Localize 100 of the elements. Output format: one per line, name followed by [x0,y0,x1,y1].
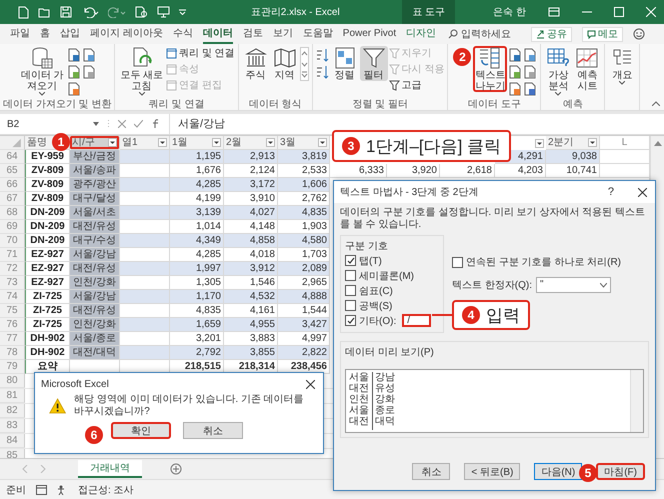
table-cell: 2,913 [224,150,278,164]
row-number: 68 [0,206,25,220]
row-number: 66 [0,178,25,192]
ribbon-group-label: 정렬 및 필터 [351,98,409,110]
field-label: 텍스트 한정자(Q): [452,279,532,292]
table-cell: 4,858 [224,234,278,248]
ribbon-group-label: 예측 [562,98,584,110]
row-number: 76 [0,318,25,332]
table-cell: DH-902 [25,346,70,360]
column-letter: L [600,136,650,150]
table-cell: 서울/강남 [70,248,120,262]
table-cell: 1,195 [170,150,224,164]
table-cell: 대전/유성 [70,304,120,318]
row-number: 73 [0,276,25,290]
preview-text: 서울 [349,372,369,383]
table-cell: DN-209 [25,234,70,248]
group-label: 구분 기호 [345,240,389,253]
status-text: 준비 [6,484,26,496]
table-cell: 2,089 [278,262,330,276]
preview-text: 유성 [375,383,395,394]
table-cell: 대전/대덕 [70,346,120,360]
row-number: 65 [0,164,25,178]
table-cell: EY-959 [25,150,70,164]
preview-text: 서울 [349,405,369,416]
row-number: 80 [0,374,25,388]
table-cell: ZI-725 [25,318,70,332]
row-number: 77 [0,332,25,346]
row-number: 72 [0,262,25,276]
row-number: 82 [0,404,25,418]
table-cell: 3,139 [170,206,224,220]
table-cell: 4,203 [495,164,546,178]
preview-text: 강화 [375,394,395,405]
table-cell: 인천/강화 [70,318,120,332]
row-number: 75 [0,304,25,318]
table-cell: 서울/서초 [70,206,120,220]
context-tab-label: 표 도구 [402,0,456,24]
table-cell: 부산/금정 [70,150,120,164]
table-cell: 4,349 [170,234,224,248]
row-number: 84 [0,434,25,448]
table-cell: 4,888 [278,290,330,304]
table-cell: 3,912 [224,262,278,276]
table-cell: 4,532 [224,290,278,304]
table-cell: 서울/송파 [70,164,120,178]
table-cell: 광주/광산 [70,178,120,192]
table-cell: 대구/수성 [70,234,120,248]
table-cell: 2,792 [170,346,224,360]
ribbon-group-label: 데이터 가져오기 및 변환 [3,98,112,110]
table-cell: 2,618 [440,164,495,178]
table-cell: 4,285 [170,178,224,192]
preview-text: 대전 [349,416,369,427]
row-number: 83 [0,419,25,433]
table-cell: 4,835 [278,206,330,220]
callout-text: 입력 [486,304,520,326]
ribbon-group-label: 데이터 형식 [248,98,303,110]
table-cell: 서울/종로 [70,332,120,346]
table-cell: DN-209 [25,206,70,220]
row-number: 67 [0,192,25,206]
table-cell: 서울/강남 [70,290,120,304]
table-cell: ZV-809 [25,178,70,192]
table-cell: 2,822 [278,346,330,360]
row-number: 79 [0,360,25,374]
table-cell: ZI-725 [25,290,70,304]
dialog-message: 해당 영역에 이미 데이터가 있습니다. 기존 데이터를 바꾸시겠습니까? [74,394,305,418]
step-number-badge: 2 [453,48,472,66]
row-number: 74 [0,290,25,304]
row-number: 71 [0,248,25,262]
table-cell: 3,855 [224,346,278,360]
row-number: 64 [0,150,25,164]
table-cell: 3,427 [278,318,330,332]
dialog-title: 텍스트 마법사 - 3단계 중 2단계 [340,186,480,199]
table-cell: 3,819 [278,150,330,164]
table-cell: 3,172 [224,178,278,192]
preview-text: 인천 [349,394,369,405]
dialog-description: 데이터의 구분 기호를 설정합니다. 미리 보기 상자에서 적용된 텍스트를 볼 수 있습니다. [340,207,646,231]
table-cell: 1,659 [170,318,224,332]
preview-text: 종로 [375,405,395,416]
row-number: 78 [0,346,25,360]
table-cell: 6,333 [330,164,387,178]
table-cell: 1,997 [170,262,224,276]
window-title: 표관리2.xlsx - Excel [250,6,341,19]
table-cell: EZ-927 [25,262,70,276]
ribbon-group-label: 쿼리 및 연결 [148,98,206,110]
table-cell: 인천/강화 [70,276,120,290]
table-cell: 4,955 [224,318,278,332]
group-label: 데이터 미리 보기(P) [345,346,435,359]
preview-text: 강남 [375,372,395,383]
table-cell: 대전/유성 [70,220,120,234]
step-number-badge: 3 [342,137,360,155]
row-number: 81 [0,389,25,403]
table-cell: 4,027 [224,206,278,220]
step-number-badge: 4 [462,306,480,324]
ribbon-group-label: 데이터 도구 [467,98,522,110]
preview-text: 대전 [349,383,369,394]
table-cell: 9,038 [546,150,600,164]
preview-text: 대덕 [375,416,395,427]
table-cell: 1,606 [278,178,330,192]
dialog-title: Microsoft Excel [41,378,109,390]
table-cell: 대전/유성 [70,262,120,276]
table-cell: 4,580 [278,234,330,248]
table-cell: 대구/달성 [70,192,120,206]
